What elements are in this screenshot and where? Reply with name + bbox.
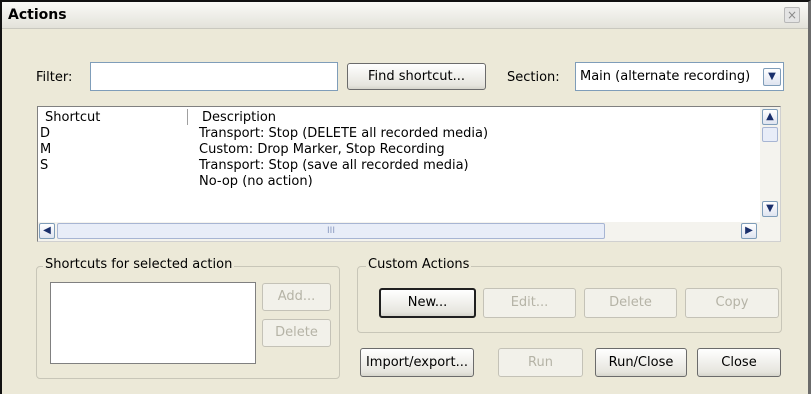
edit-action-button[interactable]: Edit... <box>483 288 576 318</box>
list-item-description: No-op (no action) <box>199 174 313 189</box>
add-shortcut-button[interactable]: Add... <box>262 283 331 311</box>
section-select[interactable]: Main (alternate recording) ▼ <box>575 62 784 91</box>
filter-input[interactable] <box>90 62 338 91</box>
section-selected-value: Main (alternate recording) <box>580 69 751 84</box>
run-close-button[interactable]: Run/Close <box>595 348 687 377</box>
window-title: Actions <box>8 7 67 23</box>
shortcuts-group-label: Shortcuts for selected action <box>43 257 235 272</box>
vertical-scroll-thumb[interactable] <box>762 127 778 142</box>
column-header-description[interactable]: Description <box>202 110 276 125</box>
new-action-button[interactable]: New... <box>379 288 476 318</box>
list-item-description: Transport: Stop (DELETE all recorded med… <box>199 126 489 141</box>
run-button[interactable]: Run <box>498 348 583 377</box>
close-button[interactable]: Close <box>697 348 781 377</box>
import-export-button[interactable]: Import/export... <box>360 348 474 377</box>
scroll-right-icon[interactable]: ▶ <box>741 223 757 239</box>
list-item[interactable]: D Transport: Stop (DELETE all recorded m… <box>38 126 760 142</box>
list-item[interactable]: No-op (no action) <box>38 174 760 190</box>
list-item-description: Transport: Stop (save all recorded media… <box>199 158 469 173</box>
scroll-down-icon[interactable]: ▼ <box>762 201 778 217</box>
chevron-down-icon[interactable]: ▼ <box>763 68 781 86</box>
scroll-left-icon[interactable]: ◀ <box>39 223 55 239</box>
section-label: Section: <box>507 70 560 85</box>
shortcuts-listbox[interactable] <box>50 282 256 364</box>
column-header-shortcut[interactable]: Shortcut <box>45 110 100 125</box>
close-window-icon[interactable]: × <box>784 7 800 23</box>
delete-shortcut-button[interactable]: Delete <box>262 319 331 347</box>
list-item[interactable]: M Custom: Drop Marker, Stop Recording <box>38 142 760 158</box>
actions-window: Actions × Filter: Find shortcut... Secti… <box>0 0 811 394</box>
actions-list[interactable]: Shortcut Description D Transport: Stop (… <box>37 106 781 242</box>
column-divider[interactable] <box>187 109 188 125</box>
horizontal-scroll-thumb[interactable]: III <box>57 223 605 239</box>
delete-action-button[interactable]: Delete <box>584 288 677 318</box>
list-item-shortcut: S <box>40 158 49 173</box>
horizontal-scrollbar[interactable]: ◀ III ▶ <box>38 222 780 241</box>
list-item-shortcut: M <box>40 142 52 157</box>
scroll-up-icon[interactable]: ▲ <box>762 109 778 125</box>
list-item[interactable]: S Transport: Stop (save all recorded med… <box>38 158 760 174</box>
filter-label: Filter: <box>36 70 73 85</box>
copy-action-button[interactable]: Copy <box>685 288 779 318</box>
vertical-scrollbar[interactable]: ▲ ▼ <box>760 107 780 223</box>
find-shortcut-button[interactable]: Find shortcut... <box>347 63 486 90</box>
list-item-shortcut: D <box>40 126 51 141</box>
title-bar: Actions × <box>2 2 808 29</box>
list-header: Shortcut Description <box>38 107 780 127</box>
custom-actions-group-label: Custom Actions <box>366 257 472 272</box>
list-item-description: Custom: Drop Marker, Stop Recording <box>199 142 445 157</box>
